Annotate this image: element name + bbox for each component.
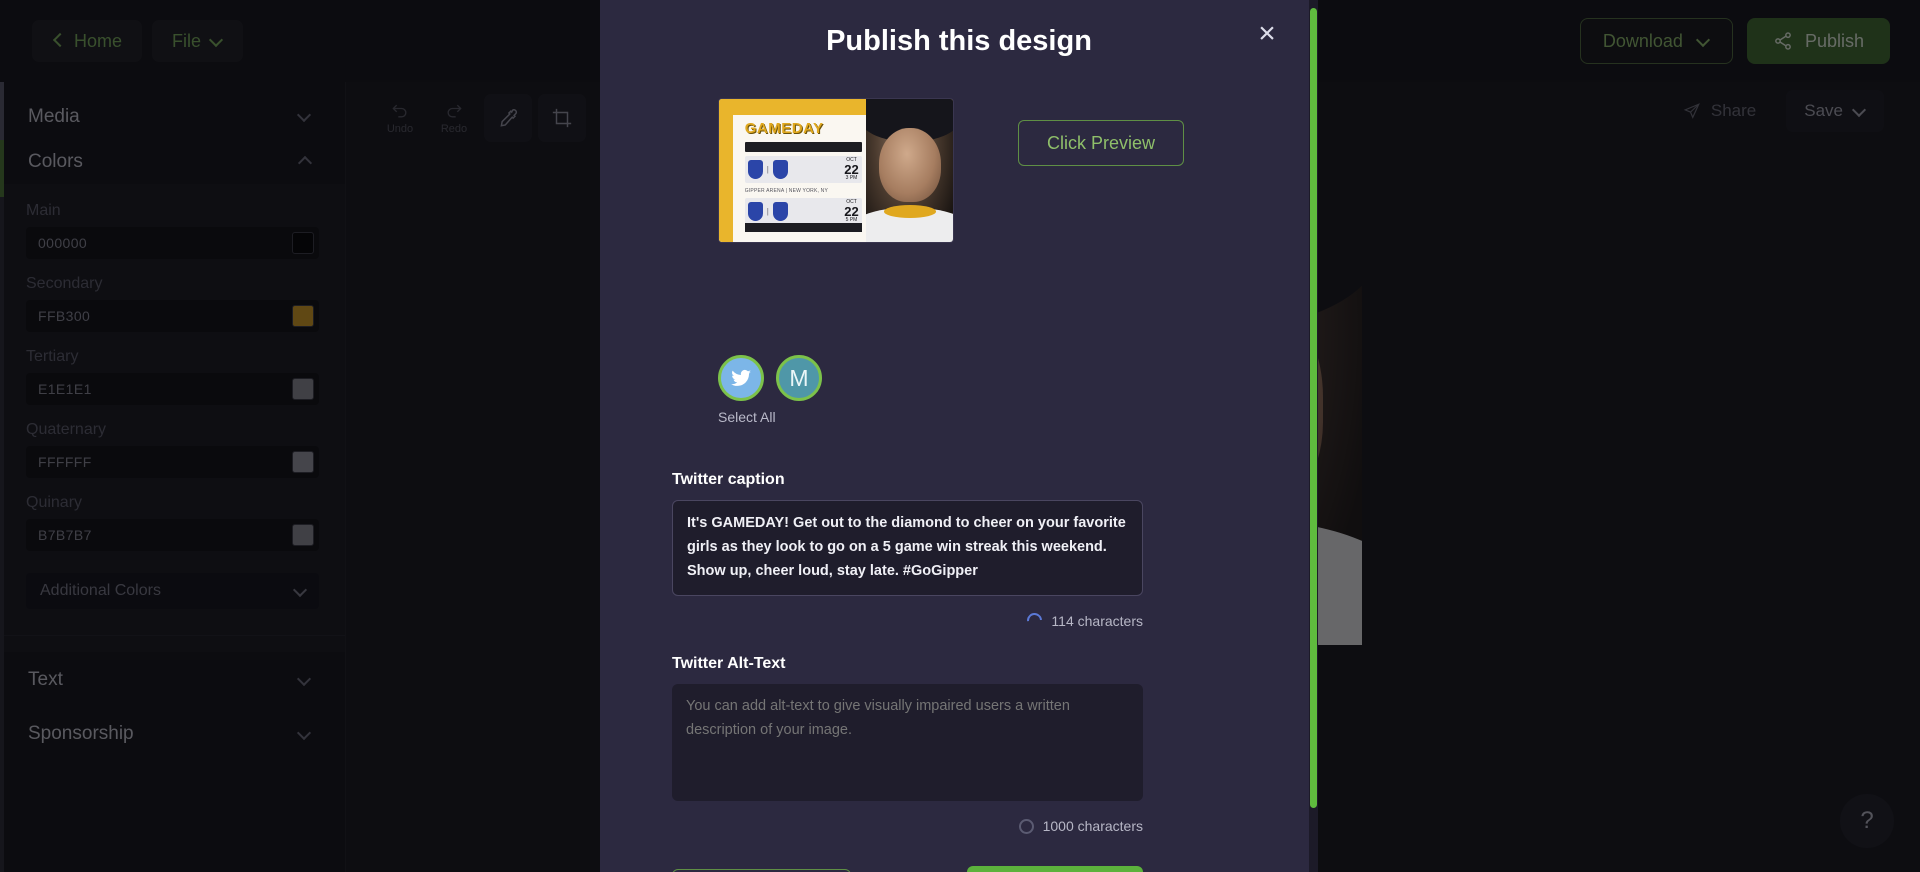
- social-twitter-toggle[interactable]: [718, 355, 764, 401]
- progress-ring-icon: [1018, 818, 1034, 834]
- form-spacer: [672, 629, 1246, 655]
- select-all-link[interactable]: Select All: [718, 409, 1318, 425]
- modal-publish-button[interactable]: Publish: [967, 866, 1143, 872]
- modal-scrollbar-thumb[interactable]: [1310, 8, 1317, 808]
- thumbnail-footer-band: [744, 223, 862, 232]
- alt-text-counter-label: 1000 characters: [1042, 818, 1143, 835]
- app-root: Home File Download Publish: [0, 0, 1920, 872]
- social-mastodon-glyph: M: [789, 364, 809, 391]
- thumbnail-headline: GAMEDAY: [744, 120, 824, 138]
- team-shield-icon: [772, 160, 788, 180]
- social-icons-row: M: [718, 355, 1318, 401]
- caption-label: Twitter caption: [672, 471, 785, 488]
- match-day: 22: [844, 203, 859, 219]
- preview-row: GAMEDAY | OCT 22 3 PM GIPPER ARENA | NEW…: [600, 58, 1318, 243]
- caption-counter: 114 characters: [672, 610, 1143, 632]
- team-shield-icon: [747, 160, 763, 180]
- publish-modal: × Publish this design GAMEDAY | OCT 22 3…: [600, 0, 1318, 872]
- thumbnail-venue: GIPPER ARENA | NEW YORK, NY: [744, 187, 829, 194]
- thumbnail-subhead: [744, 141, 862, 152]
- modal-title: Publish this design: [826, 25, 1092, 57]
- thumbnail-photo-collar: [883, 204, 936, 218]
- caption-input[interactable]: [672, 500, 1143, 596]
- thumbnail-match-2: | OCT 22 5 PM: [744, 197, 862, 225]
- social-mastodon-toggle[interactable]: M: [776, 355, 822, 401]
- thumbnail-match-2-date: OCT 22 5 PM: [844, 199, 859, 223]
- alt-text-input[interactable]: [672, 683, 1143, 802]
- thumbnail-match-1-date: OCT 22 3 PM: [844, 158, 858, 181]
- team-shield-icon: [747, 201, 763, 221]
- social-select-area: M Select All: [600, 243, 1318, 425]
- caption-counter-label: 114 characters: [1051, 612, 1143, 629]
- twitter-bird-icon: [731, 369, 751, 386]
- thumbnail-match-1: | OCT 22 3 PM: [744, 156, 862, 184]
- modal-scrollbar-track[interactable]: [1309, 0, 1318, 872]
- thumbnail-left-edge: [719, 99, 734, 242]
- alt-text-counter: 1000 characters: [672, 818, 1143, 834]
- thumbnail-photo-face: [878, 127, 941, 202]
- thumbnail-photo: [866, 99, 953, 242]
- modal-action-bar: Schedule for later Publish: [600, 834, 1215, 872]
- match-time: 3 PM: [845, 175, 858, 182]
- close-icon[interactable]: ×: [1250, 18, 1284, 52]
- versus-separator: |: [766, 165, 769, 175]
- design-thumbnail: GAMEDAY | OCT 22 3 PM GIPPER ARENA | NEW…: [718, 98, 954, 243]
- team-shield-icon: [772, 201, 788, 221]
- publish-form: Twitter caption 114 characters Twitter A…: [600, 425, 1318, 834]
- click-preview-button[interactable]: Click Preview: [1018, 120, 1185, 166]
- match-time: 5 PM: [845, 216, 858, 223]
- alt-text-label: Twitter Alt-Text: [672, 654, 786, 672]
- versus-separator: |: [766, 206, 769, 216]
